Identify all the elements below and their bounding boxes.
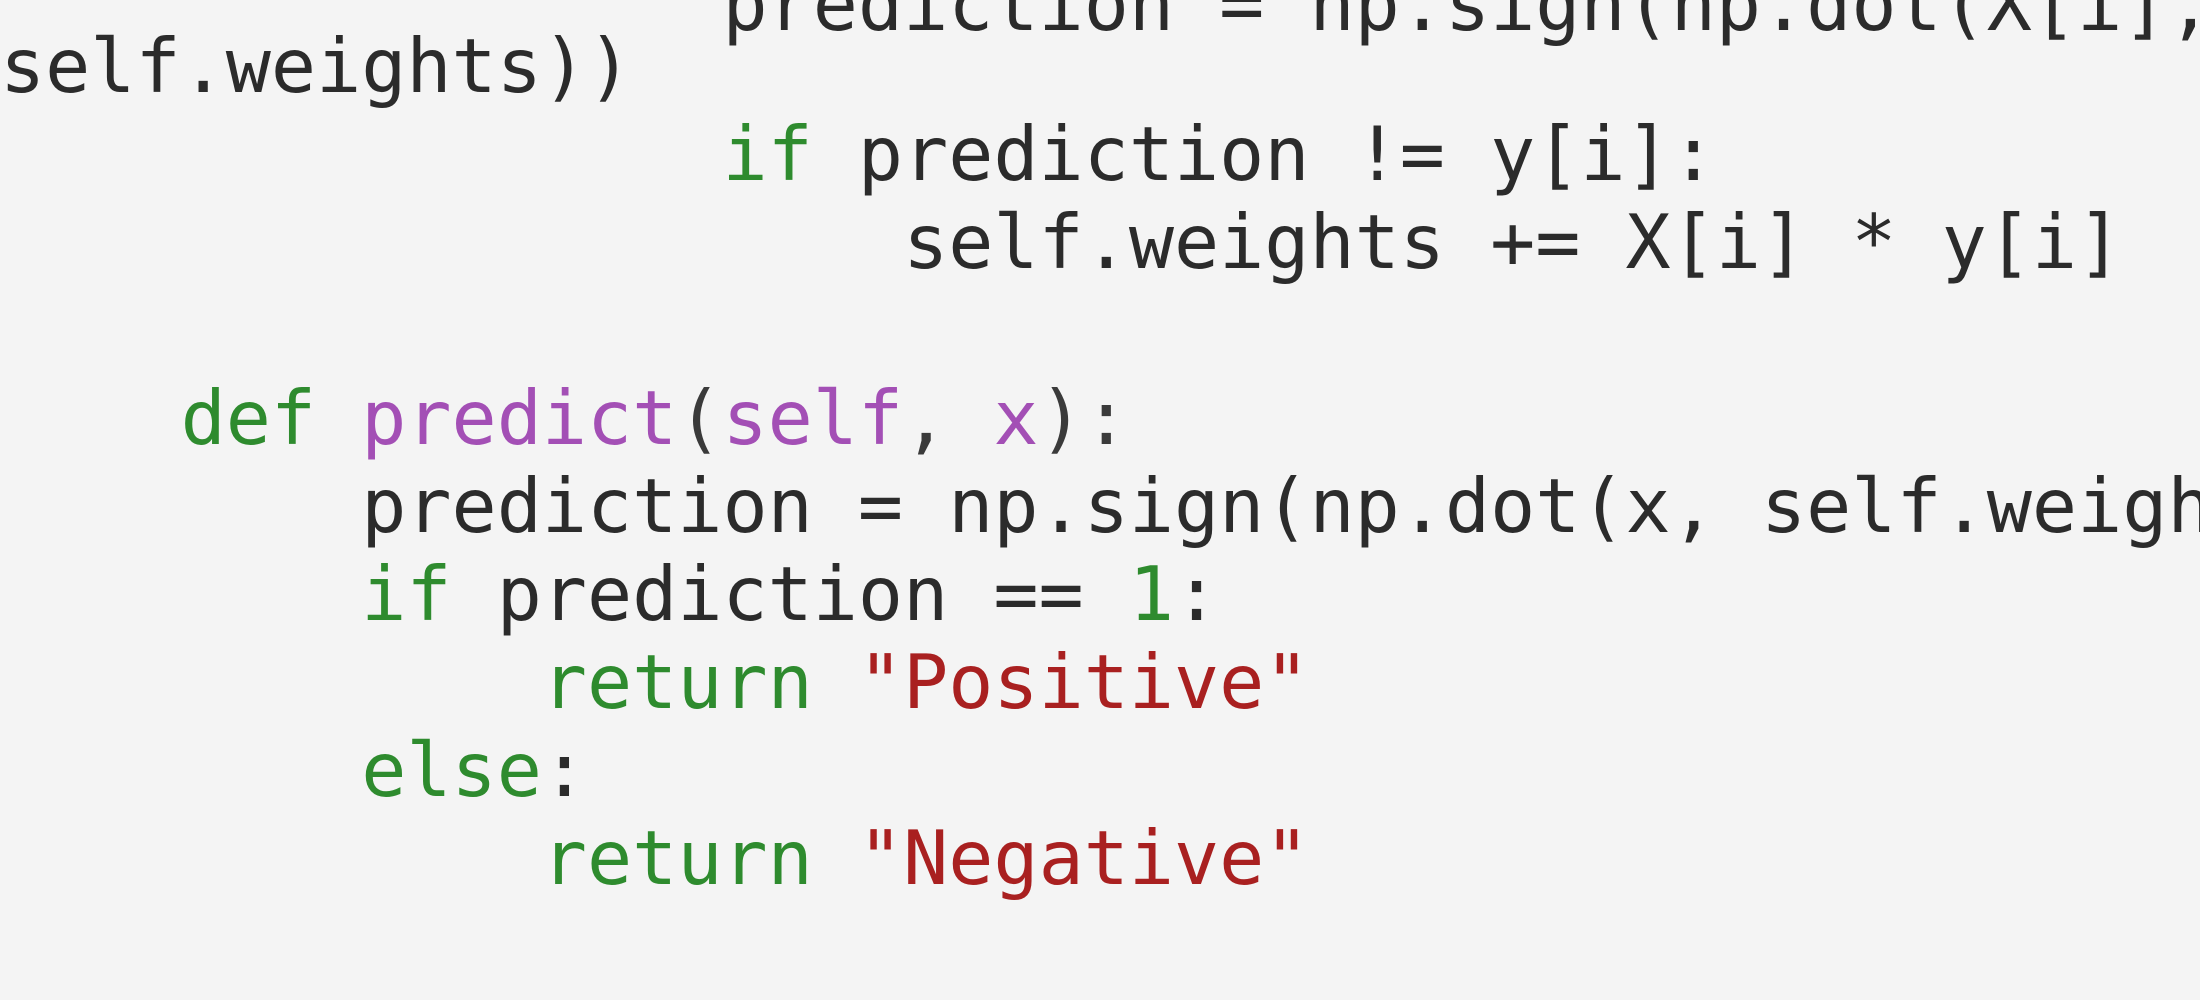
code-token-punct: , xyxy=(903,374,994,462)
code-token-punct: ) xyxy=(1038,374,1084,462)
code-token-param: x xyxy=(993,374,1039,462)
code-token-kw: if xyxy=(361,550,452,638)
code-token-kw: else xyxy=(361,726,542,814)
code-line: if prediction == 1: xyxy=(0,550,2200,638)
code-token-plain: self.weights += X[i] * y[i] xyxy=(903,198,2123,286)
code-line: return "Negative" xyxy=(0,814,2200,902)
code-token-punct: ( xyxy=(677,374,723,462)
code-line: else: xyxy=(0,726,2200,814)
code-token-plain: self.weights)) xyxy=(0,22,633,110)
code-line: def predict(self, x): xyxy=(0,374,2200,462)
code-token-plain: : xyxy=(541,726,588,814)
code-token-str: "Negative" xyxy=(857,814,1310,902)
code-token-plain: prediction == xyxy=(451,550,1129,638)
code-block[interactable]: prediction = np.sign(np.dot(X[i], self.we… xyxy=(0,0,2200,1000)
code-token-kw: return xyxy=(541,814,813,902)
code-token-plain: : xyxy=(1174,550,1220,638)
code-token-num: 1 xyxy=(1128,550,1175,638)
code-token-kw: if xyxy=(722,110,813,198)
code-token-plain: prediction = np.sign(np.dot(x, self.weig… xyxy=(361,462,2200,550)
code-snippet-screen: prediction = np.sign(np.dot(X[i], self.we… xyxy=(0,0,2200,1000)
code-line: if prediction != y[i]: xyxy=(0,110,2200,198)
code-token-str: "Positive" xyxy=(857,638,1310,726)
code-token-punct: : xyxy=(1083,374,1129,462)
code-line: self.weights += X[i] * y[i] xyxy=(0,198,2200,286)
code-token-plain: prediction != y[i]: xyxy=(812,110,1716,198)
code-token-kw: def xyxy=(180,374,317,462)
code-token-fn: predict xyxy=(361,374,678,462)
code-line: prediction = np.sign(np.dot(x, self.weig… xyxy=(0,462,2200,550)
code-line: return "Positive" xyxy=(0,638,2200,726)
code-token-param: self xyxy=(722,374,904,462)
code-line: self.weights)) xyxy=(0,22,2200,110)
code-token-kw: return xyxy=(541,638,813,726)
